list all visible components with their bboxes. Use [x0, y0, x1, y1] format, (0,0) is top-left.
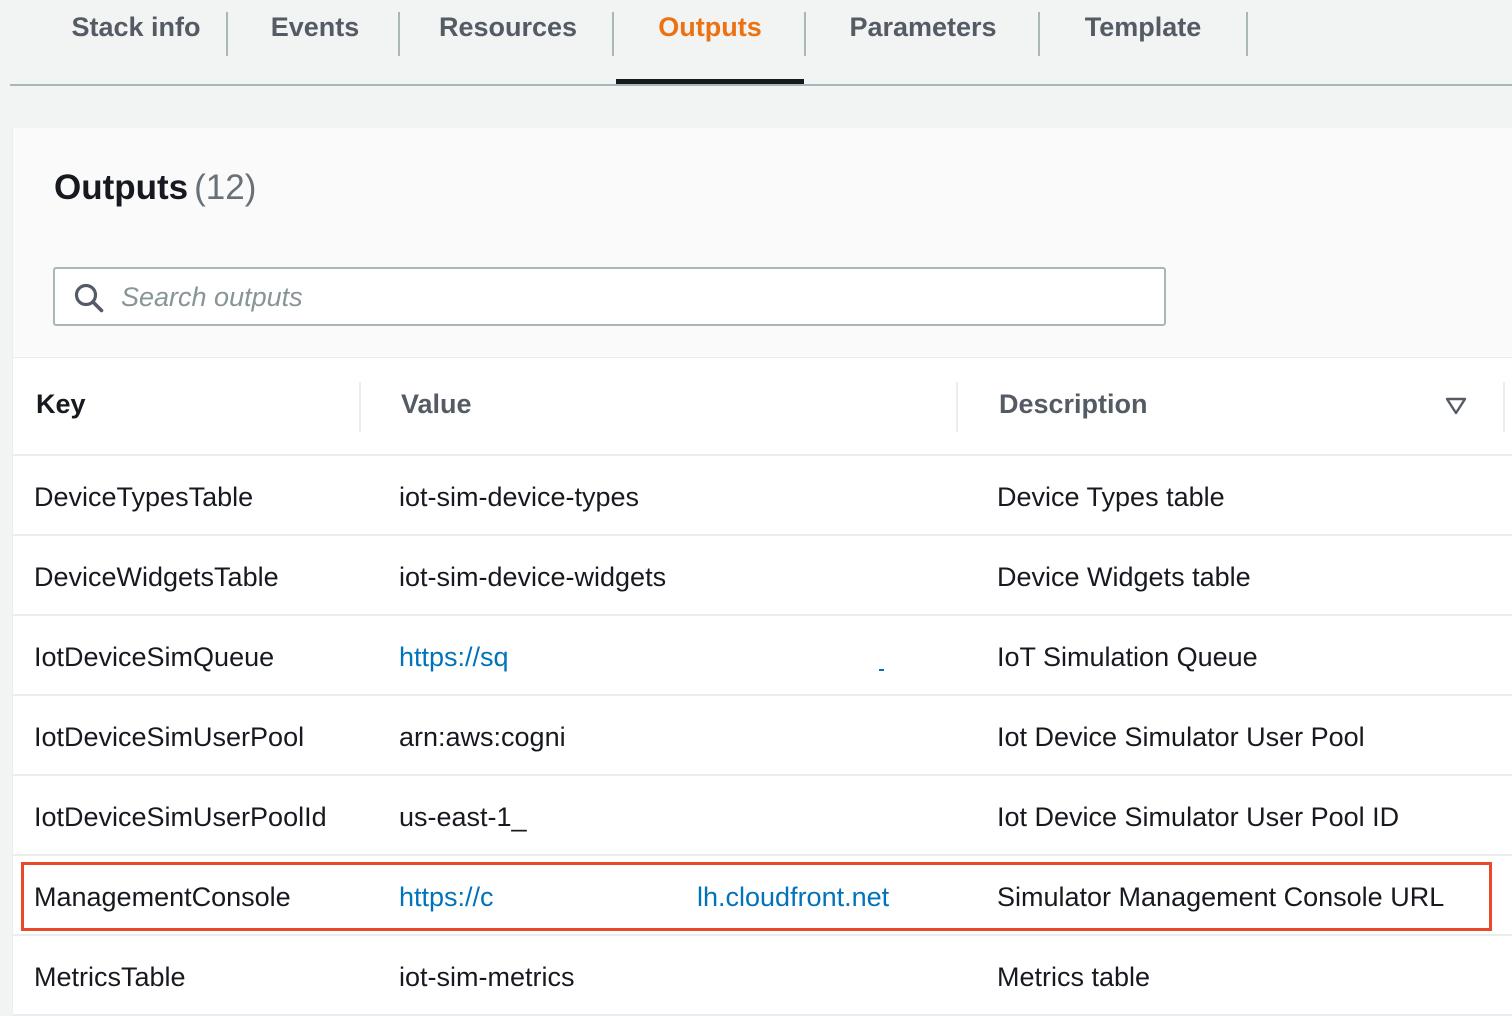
- tab-parameters[interactable]: Parameters: [820, 0, 1026, 84]
- link-underline-fragment: [879, 669, 884, 671]
- row-key: IotDeviceSimUserPool: [34, 722, 305, 752]
- row-value: iot-sim-device-types: [399, 482, 640, 512]
- row-value-link-suffix[interactable]: lh.cloudfront.net: [697, 880, 889, 914]
- row-description: Device Types table: [997, 482, 1225, 512]
- table-row: IotDeviceSimQueue https://sq IoT Simulat…: [13, 616, 1512, 696]
- table-row: ManagementConsole https://c lh.cloudfron…: [13, 856, 1512, 936]
- row-value-link[interactable]: https://c: [399, 880, 494, 914]
- column-header-key[interactable]: Key: [36, 389, 86, 420]
- row-key: DeviceWidgetsTable: [34, 562, 279, 592]
- row-value: iot-sim-device-widgets: [399, 562, 667, 592]
- row-value: iot-sim-metrics: [399, 962, 575, 992]
- row-description: Iot Device Simulator User Pool ID: [997, 802, 1400, 832]
- tab-label: Outputs: [658, 12, 762, 42]
- search-icon: [74, 283, 104, 313]
- panel-header: Outputs (12): [13, 128, 1512, 358]
- table-row: IotDeviceSimUserPoolId us-east-1_ Iot De…: [13, 776, 1512, 856]
- row-key: ManagementConsole: [34, 882, 291, 912]
- outputs-panel: Outputs(12) Key Value Description Device…: [12, 128, 1512, 1016]
- tab-template[interactable]: Template: [1050, 0, 1236, 84]
- sort-desc-icon[interactable]: [1445, 396, 1467, 416]
- tab-resources[interactable]: Resources: [410, 0, 606, 84]
- row-description: Metrics table: [997, 962, 1151, 992]
- table-row: IotDeviceSimUserPool arn:aws:cogni Iot D…: [13, 696, 1512, 776]
- tab-outputs[interactable]: Outputs: [616, 0, 804, 84]
- table-header: Key Value Description: [13, 358, 1512, 456]
- search-box[interactable]: [53, 267, 1166, 326]
- row-description: Simulator Management Console URL: [997, 882, 1445, 912]
- tab-divider: [804, 12, 806, 56]
- tab-label: Resources: [438, 12, 578, 42]
- row-key: MetricsTable: [34, 962, 186, 992]
- row-description: IoT Simulation Queue: [997, 642, 1258, 672]
- column-divider[interactable]: [1503, 382, 1505, 432]
- column-divider[interactable]: [956, 382, 958, 432]
- output-count: (12): [194, 168, 257, 207]
- tab-stack-info[interactable]: Stack info: [42, 0, 230, 84]
- row-key: DeviceTypesTable: [34, 482, 254, 512]
- page-title: Outputs (12): [54, 166, 256, 210]
- column-divider[interactable]: [359, 382, 361, 432]
- tab-label: Parameters: [849, 12, 997, 42]
- stack-tabs: Stack info Events Resources Outputs Para…: [10, 0, 1512, 86]
- tab-divider: [612, 12, 614, 56]
- tab-divider: [226, 12, 228, 56]
- table-row: MetricsTable iot-sim-metrics Metrics tab…: [13, 936, 1512, 1016]
- tab-divider: [1246, 12, 1248, 56]
- panel-title-text: Outputs: [54, 168, 189, 207]
- tab-divider: [1038, 12, 1040, 56]
- tab-label: Events: [270, 12, 360, 42]
- row-description: Iot Device Simulator User Pool: [997, 722, 1365, 752]
- tab-divider: [398, 12, 400, 56]
- row-description: Device Widgets table: [997, 562, 1251, 592]
- column-header-value[interactable]: Value: [401, 389, 472, 420]
- search-input[interactable]: [121, 277, 1151, 317]
- tab-events[interactable]: Events: [240, 0, 390, 84]
- table-row: DeviceWidgetsTable iot-sim-device-widget…: [13, 536, 1512, 616]
- row-value: us-east-1_: [399, 802, 527, 832]
- tab-label: Template: [1084, 12, 1202, 42]
- tab-label: Stack info: [71, 12, 201, 42]
- column-header-description[interactable]: Description: [999, 389, 1148, 420]
- row-key: IotDeviceSimUserPoolId: [34, 802, 327, 832]
- row-key: IotDeviceSimQueue: [34, 642, 275, 672]
- row-value-link[interactable]: https://sq: [399, 640, 509, 674]
- row-value: arn:aws:cogni: [399, 722, 566, 752]
- table-row: DeviceTypesTable iot-sim-device-types De…: [13, 456, 1512, 536]
